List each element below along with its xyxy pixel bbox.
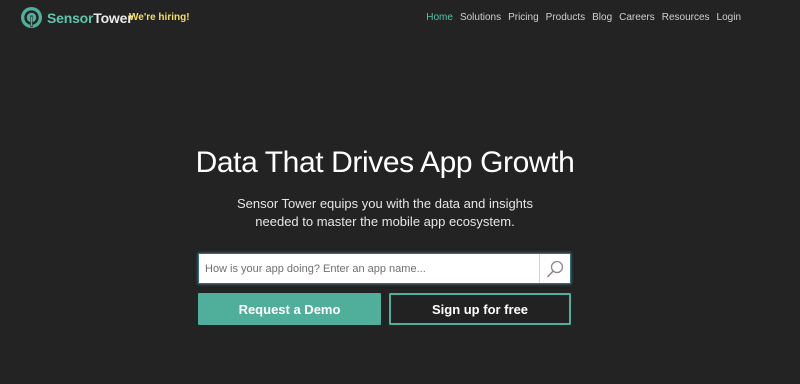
main-nav: Home Solutions Pricing Products Blog Car… (426, 12, 741, 23)
app-search-input[interactable] (199, 254, 539, 283)
sign-up-button[interactable]: Sign up for free (389, 293, 571, 325)
search-button[interactable] (539, 254, 570, 283)
logo-text: SensorTower (47, 9, 133, 26)
hero-subtitle-line-1: Sensor Tower equips you with the data an… (236, 196, 534, 211)
nav-pricing[interactable]: Pricing (508, 12, 539, 23)
nav-home[interactable]: Home (426, 12, 453, 23)
logo-tower: Tower (93, 9, 133, 26)
hiring-link[interactable]: We're hiring! (129, 12, 190, 23)
request-demo-button[interactable]: Request a Demo (198, 293, 381, 325)
hero-title: Data That Drives App Growth (195, 146, 575, 179)
nav-login[interactable]: Login (717, 12, 741, 23)
hero-subtitle: Sensor Tower equips you with the data an… (0, 195, 770, 231)
logo-link[interactable]: SensorTower (20, 6, 133, 29)
app-search-bar (198, 253, 571, 284)
page: SensorTower We're hiring! Home Solutions… (0, 0, 800, 384)
nav-products[interactable]: Products (546, 12, 585, 23)
nav-blog[interactable]: Blog (592, 12, 612, 23)
hero-subtitle-line-2: needed to master the mobile app ecosyste… (255, 214, 515, 229)
nav-solutions[interactable]: Solutions (460, 12, 501, 23)
site-header: SensorTower We're hiring! Home Solutions… (0, 0, 800, 36)
sensortower-logo-icon (20, 6, 43, 29)
search-icon (547, 260, 564, 277)
logo-sensor: Sensor (47, 9, 94, 26)
nav-resources[interactable]: Resources (662, 12, 710, 23)
nav-careers[interactable]: Careers (619, 12, 655, 23)
